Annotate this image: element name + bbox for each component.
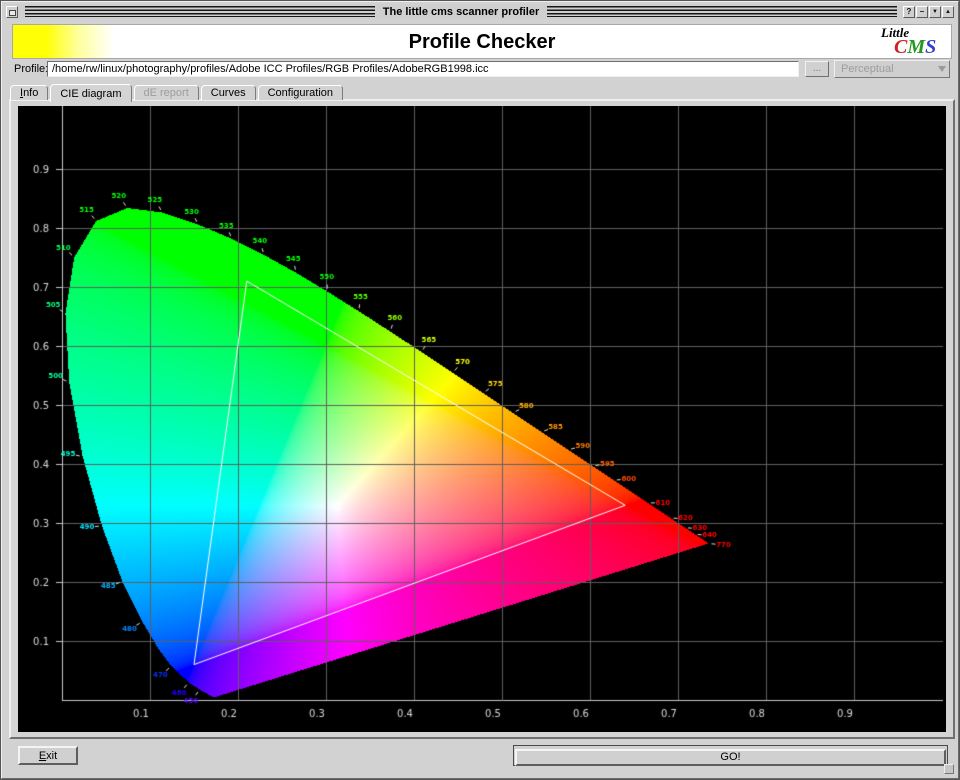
logo-letter-c: C xyxy=(894,36,907,58)
maximize-icon[interactable]: ▲ xyxy=(942,6,954,18)
window-title: The little cms scanner profiler xyxy=(380,6,543,18)
shade-icon[interactable]: ▼ xyxy=(929,6,941,18)
minimize-icon[interactable]: – xyxy=(916,6,928,18)
rendering-intent-select[interactable]: Perceptual xyxy=(834,60,950,78)
page-title: Profile Checker xyxy=(13,31,951,54)
tab-configuration[interactable]: Configuration xyxy=(258,85,343,100)
tab-cie-diagram[interactable]: CIE diagram xyxy=(50,84,131,102)
go-button[interactable]: GO! xyxy=(515,749,946,766)
tab-curves[interactable]: Curves xyxy=(201,85,256,100)
logo-letter-m: M xyxy=(907,36,925,58)
window-menu-icon[interactable] xyxy=(6,6,18,18)
titlebar-stripes-right xyxy=(547,6,897,17)
titlebar[interactable]: The little cms scanner profiler ? – ▼ ▲ xyxy=(4,4,956,19)
tab-de-report: dE report xyxy=(134,85,199,100)
littlecms-logo: Little CMS xyxy=(881,26,943,57)
rendering-intent-value: Perceptual xyxy=(841,63,894,75)
resize-grip[interactable] xyxy=(944,764,954,774)
browse-button[interactable]: ... xyxy=(805,61,829,77)
exit-button[interactable]: Exit xyxy=(18,746,78,765)
profile-row: Profile: ... Perceptual xyxy=(2,60,958,80)
cie-canvas xyxy=(18,106,946,732)
go-button-frame: GO! xyxy=(513,745,948,766)
littlecms-logo-cms: CMS xyxy=(881,37,943,57)
profile-path-input[interactable] xyxy=(47,61,799,77)
tab-page-panel xyxy=(9,99,955,739)
logo-letter-s: S xyxy=(925,36,936,58)
header-band: Profile Checker Little CMS xyxy=(12,24,952,59)
cie-diagram-area xyxy=(18,106,946,732)
profile-label: Profile: xyxy=(14,63,48,75)
titlebar-stripes-left xyxy=(25,6,375,17)
app-window: The little cms scanner profiler ? – ▼ ▲ … xyxy=(0,0,960,780)
help-icon[interactable]: ? xyxy=(903,6,915,18)
chevron-down-icon xyxy=(938,66,946,72)
tab-info[interactable]: Info xyxy=(10,85,48,100)
tab-bar: Info CIE diagram dE report Curves Config… xyxy=(10,82,345,100)
